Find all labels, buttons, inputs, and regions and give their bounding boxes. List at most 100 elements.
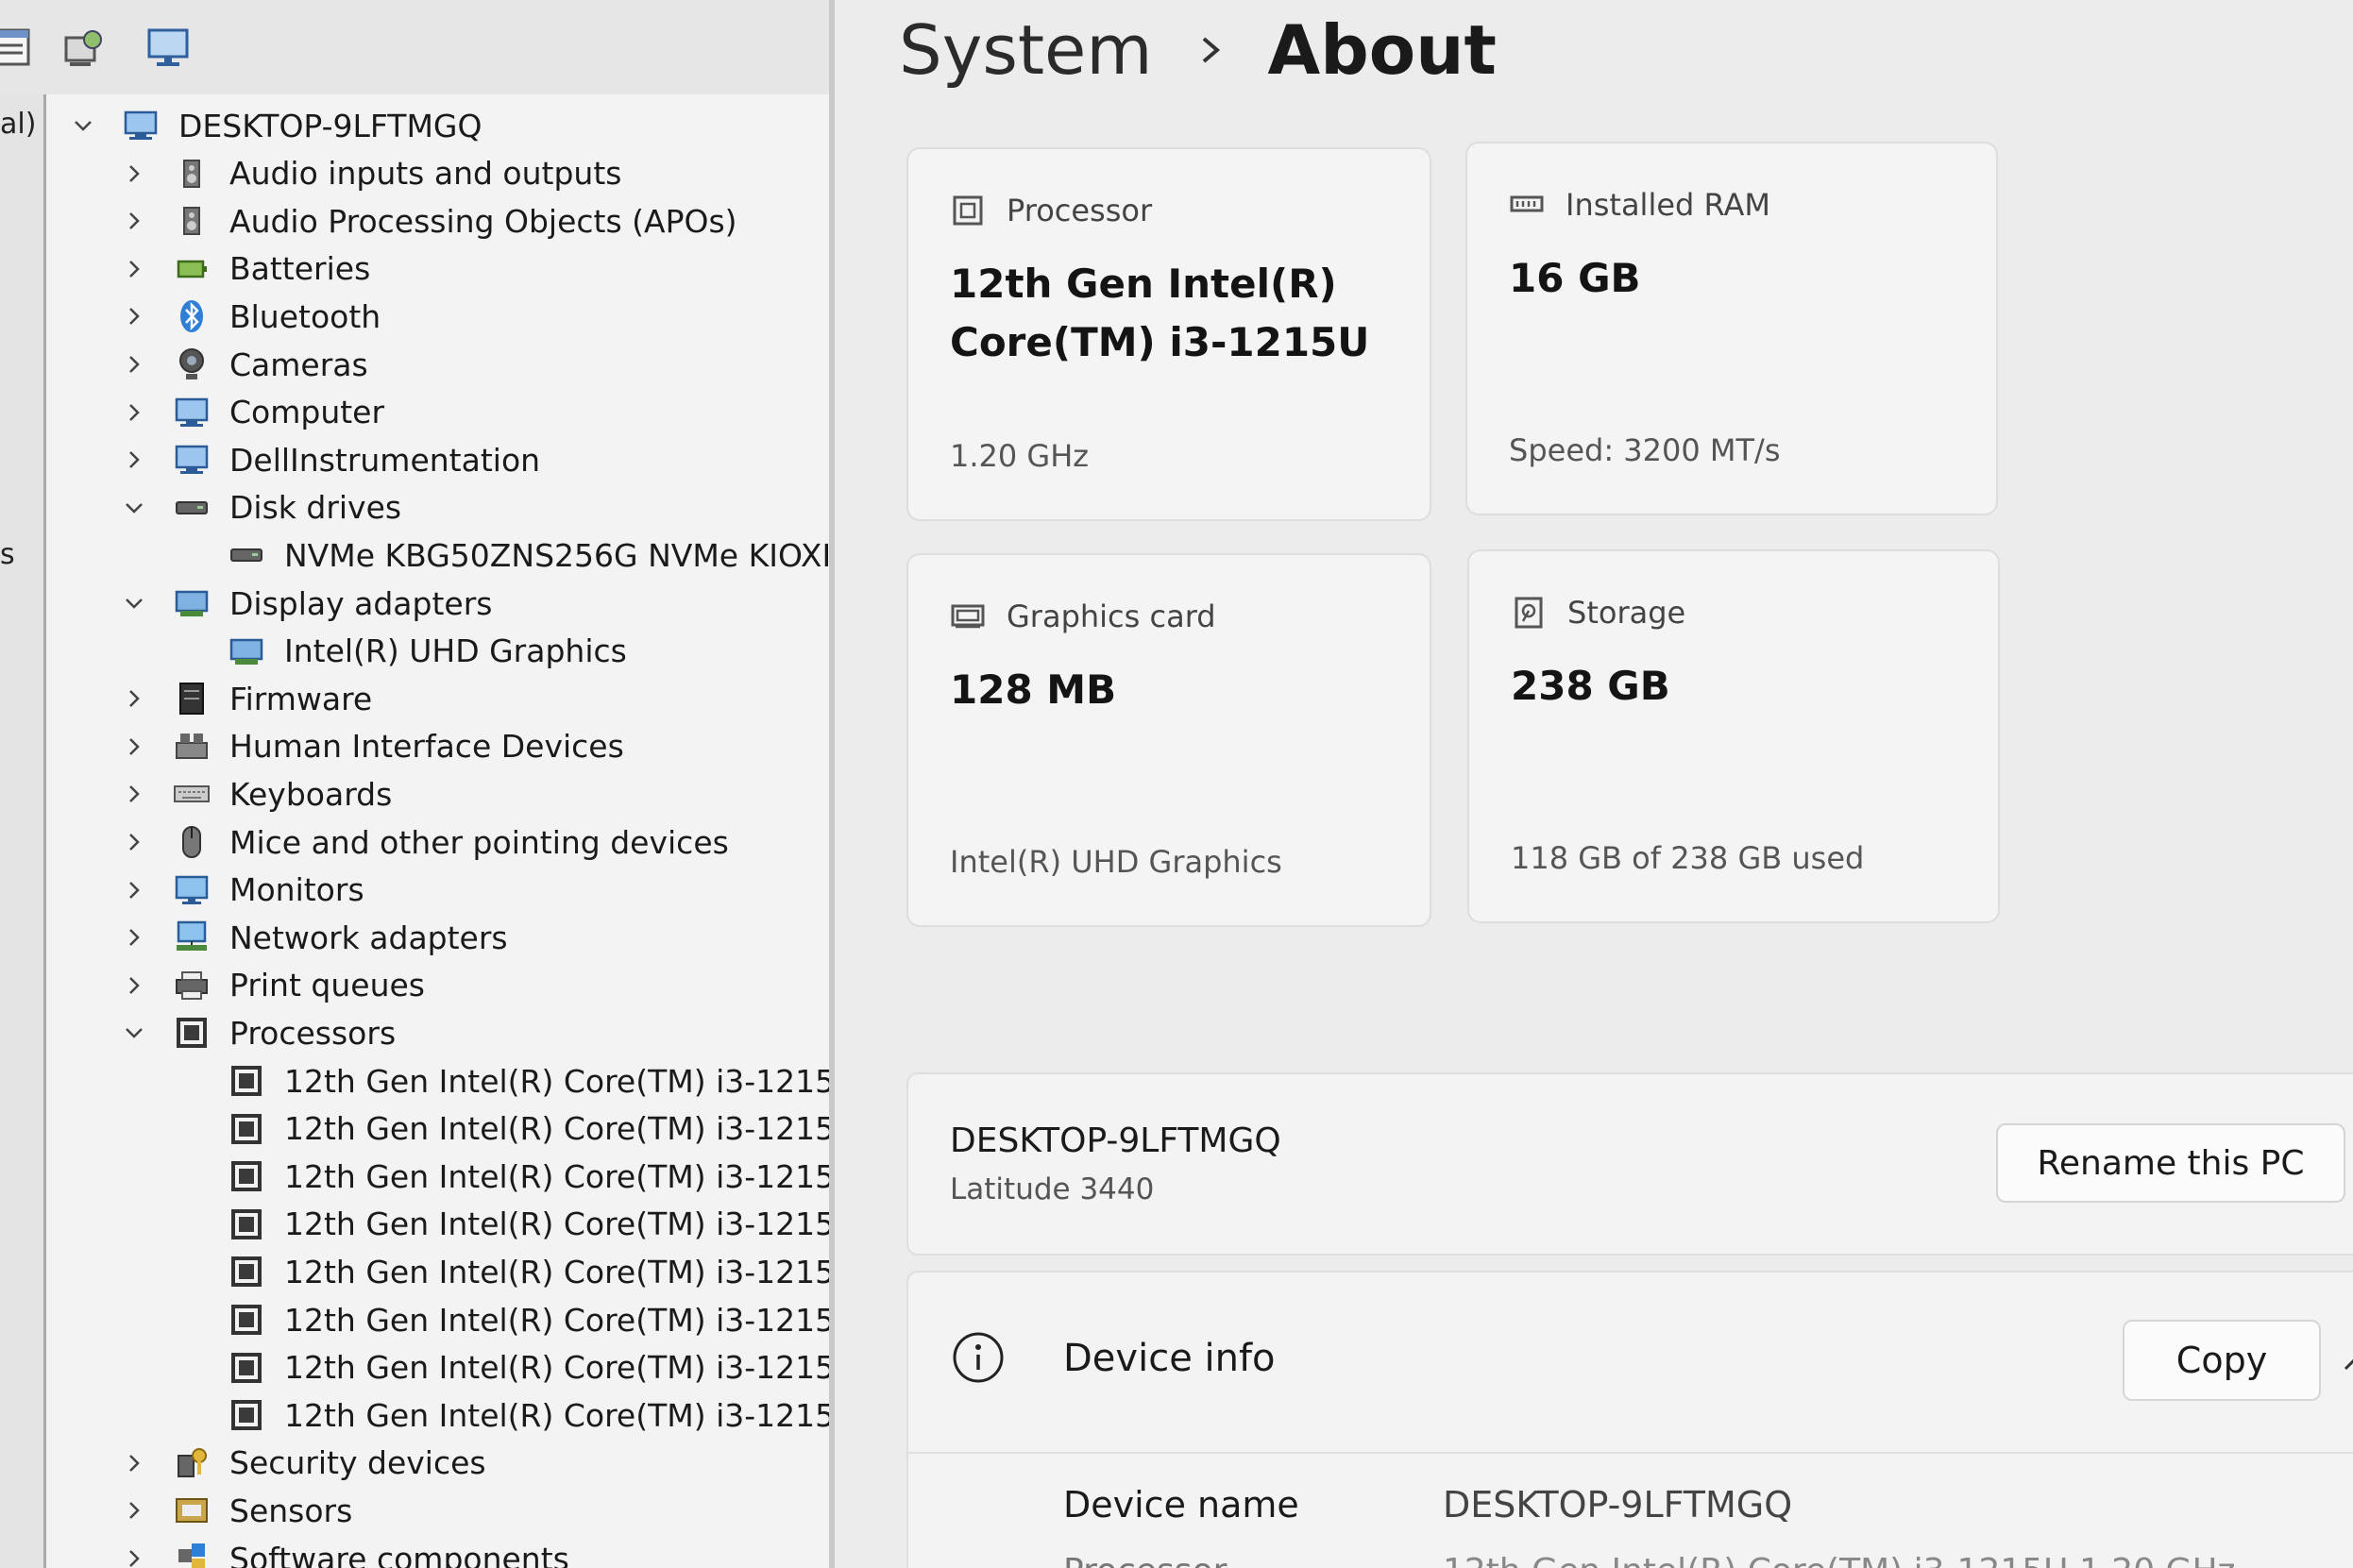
chevron-up-icon[interactable] <box>2340 1346 2353 1380</box>
software-component-icon <box>173 1540 211 1568</box>
tree-device[interactable]: 12th Gen Intel(R) Core(TM) i3-1215U <box>173 1153 830 1200</box>
tree-device[interactable]: 12th Gen Intel(R) Core(TM) i3-1215U <box>173 1391 830 1439</box>
tree-category[interactable]: Print queues <box>118 962 425 1009</box>
chevron-down-icon[interactable] <box>118 492 150 524</box>
tree-device[interactable]: 12th Gen Intel(R) Core(TM) i3-1215U <box>173 1248 830 1295</box>
copy-button[interactable]: Copy <box>2123 1320 2321 1401</box>
chevron-down-icon[interactable] <box>118 587 150 619</box>
device-name-label: Device name <box>1063 1484 1299 1526</box>
chevron-right-icon[interactable] <box>118 874 150 906</box>
tree-device[interactable]: Intel(R) UHD Graphics <box>173 628 627 675</box>
chevron-right-icon[interactable] <box>118 1543 150 1568</box>
tree-category[interactable]: Cameras <box>118 341 368 388</box>
tree-item-label: NVMe KBG50ZNS256G NVMe KIOXIA 256GB <box>284 536 830 574</box>
battery-icon <box>173 250 211 288</box>
tree-category[interactable]: Display adapters <box>118 580 492 627</box>
tree-category[interactable]: Security devices <box>118 1440 486 1487</box>
processor-icon <box>228 1301 265 1339</box>
tree-item-label: DellInstrumentation <box>229 441 541 479</box>
rename-pc-button[interactable]: Rename this PC <box>1996 1123 2345 1203</box>
tree-category[interactable]: Keyboards <box>118 770 392 818</box>
hid-icon <box>173 728 211 766</box>
tree-device[interactable]: 12th Gen Intel(R) Core(TM) i3-1215U <box>173 1296 830 1343</box>
processor-icon <box>228 1396 265 1434</box>
tree-device[interactable]: 12th Gen Intel(R) Core(TM) i3-1215U <box>173 1057 830 1104</box>
chevron-down-icon[interactable] <box>67 110 99 142</box>
chevron-right-icon[interactable] <box>118 158 150 190</box>
chevron-right-icon[interactable] <box>118 348 150 380</box>
chevron-right-icon[interactable] <box>118 1494 150 1526</box>
tree-item-label: Batteries <box>229 250 371 288</box>
tree-category[interactable]: Disk drives <box>118 484 401 531</box>
processor-icon <box>228 1206 265 1243</box>
graphics-card-icon <box>950 599 986 634</box>
display-adapter-icon <box>173 584 211 622</box>
tree-category[interactable]: Audio inputs and outputs <box>118 150 621 197</box>
chevron-right-icon[interactable] <box>118 683 150 715</box>
tree-item-label: Print queues <box>229 967 425 1004</box>
tree-device[interactable]: 12th Gen Intel(R) Core(TM) i3-1215U <box>173 1201 830 1248</box>
chevron-right-icon[interactable] <box>118 731 150 763</box>
device-manager-window: al) s DESKTOP-9LFTMGQ Audio inputs and ou… <box>0 0 835 1568</box>
tree-device[interactable]: NVMe KBG50ZNS256G NVMe KIOXIA 256GB <box>173 531 830 579</box>
processor-label: Processor <box>1063 1552 1227 1568</box>
ram-card-speed: Speed: 3200 MT/s <box>1509 432 1781 468</box>
tree-category[interactable]: Sensors <box>118 1487 352 1534</box>
tree-category[interactable]: Monitors <box>118 867 364 914</box>
processor-card-value: 12th Gen Intel(R) Core(TM) i3-1215U <box>950 261 1370 365</box>
tree-category[interactable]: Network adapters <box>118 914 508 961</box>
speaker-icon <box>173 202 211 240</box>
processor-card: Processor 12th Gen Intel(R) Core(TM) i3-… <box>906 147 1431 521</box>
tree-device[interactable]: 12th Gen Intel(R) Core(TM) i3-1215U <box>173 1105 830 1153</box>
tree-device[interactable]: 12th Gen Intel(R) Core(TM) i3-1215U <box>173 1344 830 1391</box>
left-pane-text: al) <box>0 108 37 141</box>
chevron-right-icon[interactable] <box>118 253 150 285</box>
chevron-right-icon[interactable] <box>118 826 150 858</box>
chevron-right-icon[interactable] <box>118 969 150 1002</box>
chevron-right-icon[interactable] <box>118 778 150 810</box>
tree-category[interactable]: Computer <box>118 389 384 436</box>
monitor-icon <box>173 871 211 909</box>
processor-icon <box>228 1349 265 1387</box>
chevron-right-icon[interactable] <box>118 444 150 476</box>
tree-item-label: 12th Gen Intel(R) Core(TM) i3-1215U <box>284 1301 830 1339</box>
tree-category[interactable]: Processors <box>118 1009 396 1056</box>
tree-item-label: Audio Processing Objects (APOs) <box>229 202 737 240</box>
chevron-right-icon[interactable] <box>118 205 150 237</box>
properties-icon[interactable] <box>0 25 32 70</box>
tree-item-label: 12th Gen Intel(R) Core(TM) i3-1215U <box>284 1110 830 1148</box>
chevron-right-icon[interactable] <box>118 396 150 429</box>
tree-item-label: Bluetooth <box>229 297 381 335</box>
graphics-card-name: Intel(R) UHD Graphics <box>950 844 1282 880</box>
breadcrumb-system[interactable]: System <box>899 10 1153 90</box>
tree-category[interactable]: Bluetooth <box>118 293 381 340</box>
chevron-right-icon[interactable] <box>118 1447 150 1479</box>
tree-category[interactable]: Human Interface Devices <box>118 723 624 770</box>
processor-value: 12th Gen Intel(R) Core(TM) i3-1215U 1.20… <box>1443 1552 2235 1568</box>
storage-card: Storage 238 GB 118 GB of 238 GB used <box>1467 549 2000 923</box>
tree-category[interactable]: DellInstrumentation <box>118 436 540 483</box>
tree-item-label: Sensors <box>229 1492 353 1529</box>
processor-icon <box>228 1062 265 1100</box>
device-tree[interactable]: DESKTOP-9LFTMGQ Audio inputs and outputs A… <box>46 94 830 1568</box>
tree-category[interactable]: Software components <box>118 1535 569 1568</box>
tree-item-label: Cameras <box>229 346 368 383</box>
tree-item-label: Keyboards <box>229 775 393 813</box>
pc-name-panel: DESKTOP-9LFTMGQ Latitude 3440 Rename thi… <box>906 1072 2353 1256</box>
tree-item-label: Network adapters <box>229 919 508 956</box>
processor-icon <box>228 1110 265 1148</box>
scan-hardware-icon[interactable] <box>60 25 106 70</box>
processor-card-speed: 1.20 GHz <box>950 438 1090 474</box>
chevron-down-icon[interactable] <box>118 1017 150 1049</box>
tree-category[interactable]: Batteries <box>118 245 370 293</box>
tree-category[interactable]: Mice and other pointing devices <box>118 818 729 866</box>
device-info-header[interactable]: Device info Copy <box>908 1273 2353 1454</box>
chevron-right-icon[interactable] <box>118 300 150 332</box>
storage-icon <box>1511 595 1547 631</box>
tree-category[interactable]: Firmware <box>118 675 372 722</box>
tree-item-label: Processors <box>229 1014 397 1052</box>
tree-root[interactable]: DESKTOP-9LFTMGQ <box>67 102 482 149</box>
chevron-right-icon[interactable] <box>118 921 150 953</box>
monitor-icon[interactable] <box>145 25 191 70</box>
tree-category[interactable]: Audio Processing Objects (APOs) <box>118 197 737 244</box>
